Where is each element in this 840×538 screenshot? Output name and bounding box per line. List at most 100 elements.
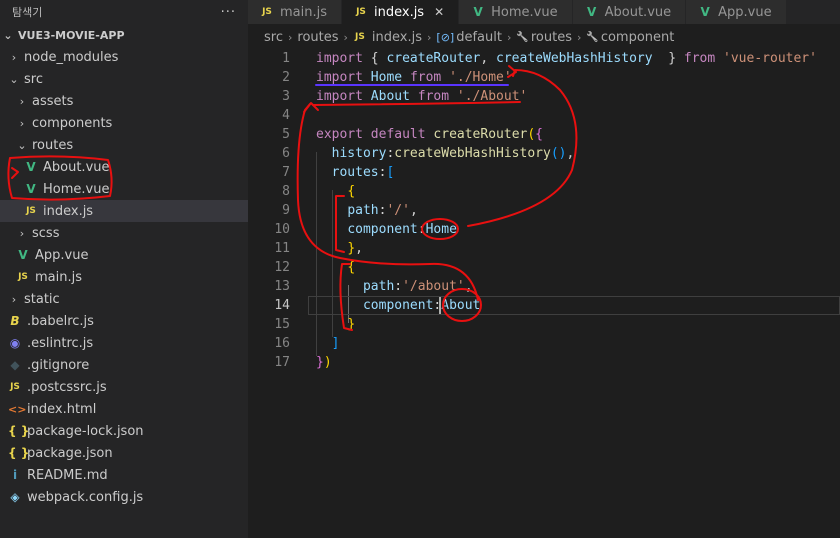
tree-item-label: routes — [32, 137, 74, 153]
more-actions-icon[interactable]: ··· — [221, 5, 236, 20]
breadcrumb-symbol-routes[interactable]: routes — [531, 30, 572, 45]
tab-home-vue[interactable]: V Home.vue — [459, 0, 573, 24]
line-number: 16 — [274, 336, 290, 351]
code-token: Home — [425, 222, 457, 237]
code-line: 17}) — [248, 353, 840, 372]
code-text: routes:[ — [316, 165, 395, 180]
code-editor[interactable]: 1 import { createRouter, createWebHashHis… — [248, 47, 840, 538]
tree-item-label: main.js — [35, 269, 82, 285]
tree-item-label: node_modules — [24, 49, 119, 65]
breadcrumb-symbol-component[interactable]: component — [601, 30, 675, 45]
explorer-title: 탐색기 — [12, 6, 43, 19]
code-token: import — [316, 70, 363, 85]
tree-item-label: assets — [32, 93, 74, 109]
html-file-icon: <> — [8, 402, 27, 416]
code-text: export default createRouter({ — [316, 127, 543, 142]
chevron-right-icon: › — [19, 94, 25, 108]
line-number: 4 — [282, 108, 290, 123]
file-item[interactable]: ◉ .eslintrc.js — [0, 332, 248, 354]
tab-label: index.js — [374, 4, 425, 20]
file-item[interactable]: V App.vue — [0, 244, 248, 266]
code-token: About — [370, 89, 410, 104]
breadcrumb-symbol-default[interactable]: default — [456, 30, 502, 45]
chevron-right-icon: › — [11, 292, 17, 306]
code-text: ] — [316, 336, 340, 351]
code-line: 4 — [248, 106, 840, 125]
file-item[interactable]: { } package.json — [0, 442, 248, 464]
code-token: '/' — [386, 203, 410, 218]
variable-symbol-icon: [⊘] — [436, 30, 455, 44]
workspace-root[interactable]: ⌄ VUE3-MOVIE-APP — [0, 24, 248, 46]
line-number: 8 — [282, 184, 290, 199]
tab-about-vue[interactable]: V About.vue — [572, 0, 687, 24]
explorer-header: 탐색기 ··· — [0, 0, 248, 24]
tab-app-vue[interactable]: V App.vue — [686, 0, 787, 24]
file-item[interactable]: JS index.js — [0, 200, 248, 222]
file-item[interactable]: JS main.js — [0, 266, 248, 288]
code-text: component:Home — [316, 222, 457, 237]
file-item[interactable]: V Home.vue — [0, 178, 248, 200]
code-token: from — [683, 51, 716, 66]
vue-file-icon: V — [26, 182, 36, 196]
breadcrumb-item-src[interactable]: src — [264, 30, 283, 45]
info-file-icon: i — [12, 468, 18, 482]
tree-item-label: static — [24, 291, 60, 307]
file-item[interactable]: { } package-lock.json — [0, 420, 248, 442]
file-item[interactable]: i README.md — [0, 464, 248, 486]
chevron-right-icon: › — [427, 30, 432, 44]
code-text: component:About — [316, 298, 480, 313]
folder-item[interactable]: › scss — [0, 222, 248, 244]
code-token: [ — [386, 165, 395, 180]
js-file-icon: JS — [18, 272, 28, 282]
code-line: 15 } — [248, 315, 840, 334]
code-line: 6 history:createWebHashHistory(), — [248, 144, 840, 163]
tree-item-label: index.js — [43, 203, 94, 219]
file-item[interactable]: <> index.html — [0, 398, 248, 420]
folder-item[interactable]: › node_modules — [0, 46, 248, 68]
code-token: createWebHashHistory — [394, 146, 551, 161]
close-icon[interactable]: ✕ — [434, 5, 444, 19]
folder-item[interactable]: › components — [0, 112, 248, 134]
code-token: { — [535, 127, 543, 142]
code-token: default — [370, 127, 426, 142]
code-token: ] — [331, 336, 340, 351]
chevron-right-icon: › — [506, 30, 512, 44]
breadcrumb-item-file[interactable]: index.js — [372, 30, 422, 45]
file-item[interactable]: ◆ .gitignore — [0, 354, 248, 376]
code-token: export — [316, 127, 363, 142]
file-item[interactable]: V About.vue — [0, 156, 248, 178]
code-token: } — [316, 355, 324, 370]
folder-item[interactable]: › static — [0, 288, 248, 310]
tree-item-label: webpack.config.js — [27, 489, 144, 505]
chevron-right-icon: › — [19, 226, 25, 240]
tab-main-js[interactable]: JS main.js — [248, 0, 342, 24]
file-item[interactable]: JS .postcssrc.js — [0, 376, 248, 398]
code-line: 5 export default createRouter({ — [248, 125, 840, 144]
line-number: 14 — [274, 298, 290, 313]
code-token: { — [347, 184, 356, 199]
folder-item[interactable]: › assets — [0, 90, 248, 112]
tree-item-label: scss — [32, 225, 60, 241]
eslint-file-icon: ◉ — [9, 336, 21, 350]
file-item[interactable]: B .babelrc.js — [0, 310, 248, 332]
folder-item[interactable]: ⌄ routes — [0, 134, 248, 156]
line-number: 5 — [282, 127, 290, 142]
code-token: import — [316, 51, 363, 66]
code-text: path:'/about', — [316, 279, 473, 294]
json-file-icon: { } — [8, 424, 30, 438]
file-item[interactable]: ◈ webpack.config.js — [0, 486, 248, 508]
code-token: About — [441, 298, 481, 313]
breadcrumb-item-routes[interactable]: routes — [297, 30, 338, 45]
folder-item[interactable]: ⌄ src — [0, 68, 248, 90]
workspace-root-label: VUE3-MOVIE-APP — [18, 28, 125, 42]
tab-index-js[interactable]: JS index.js ✕ — [342, 0, 460, 24]
